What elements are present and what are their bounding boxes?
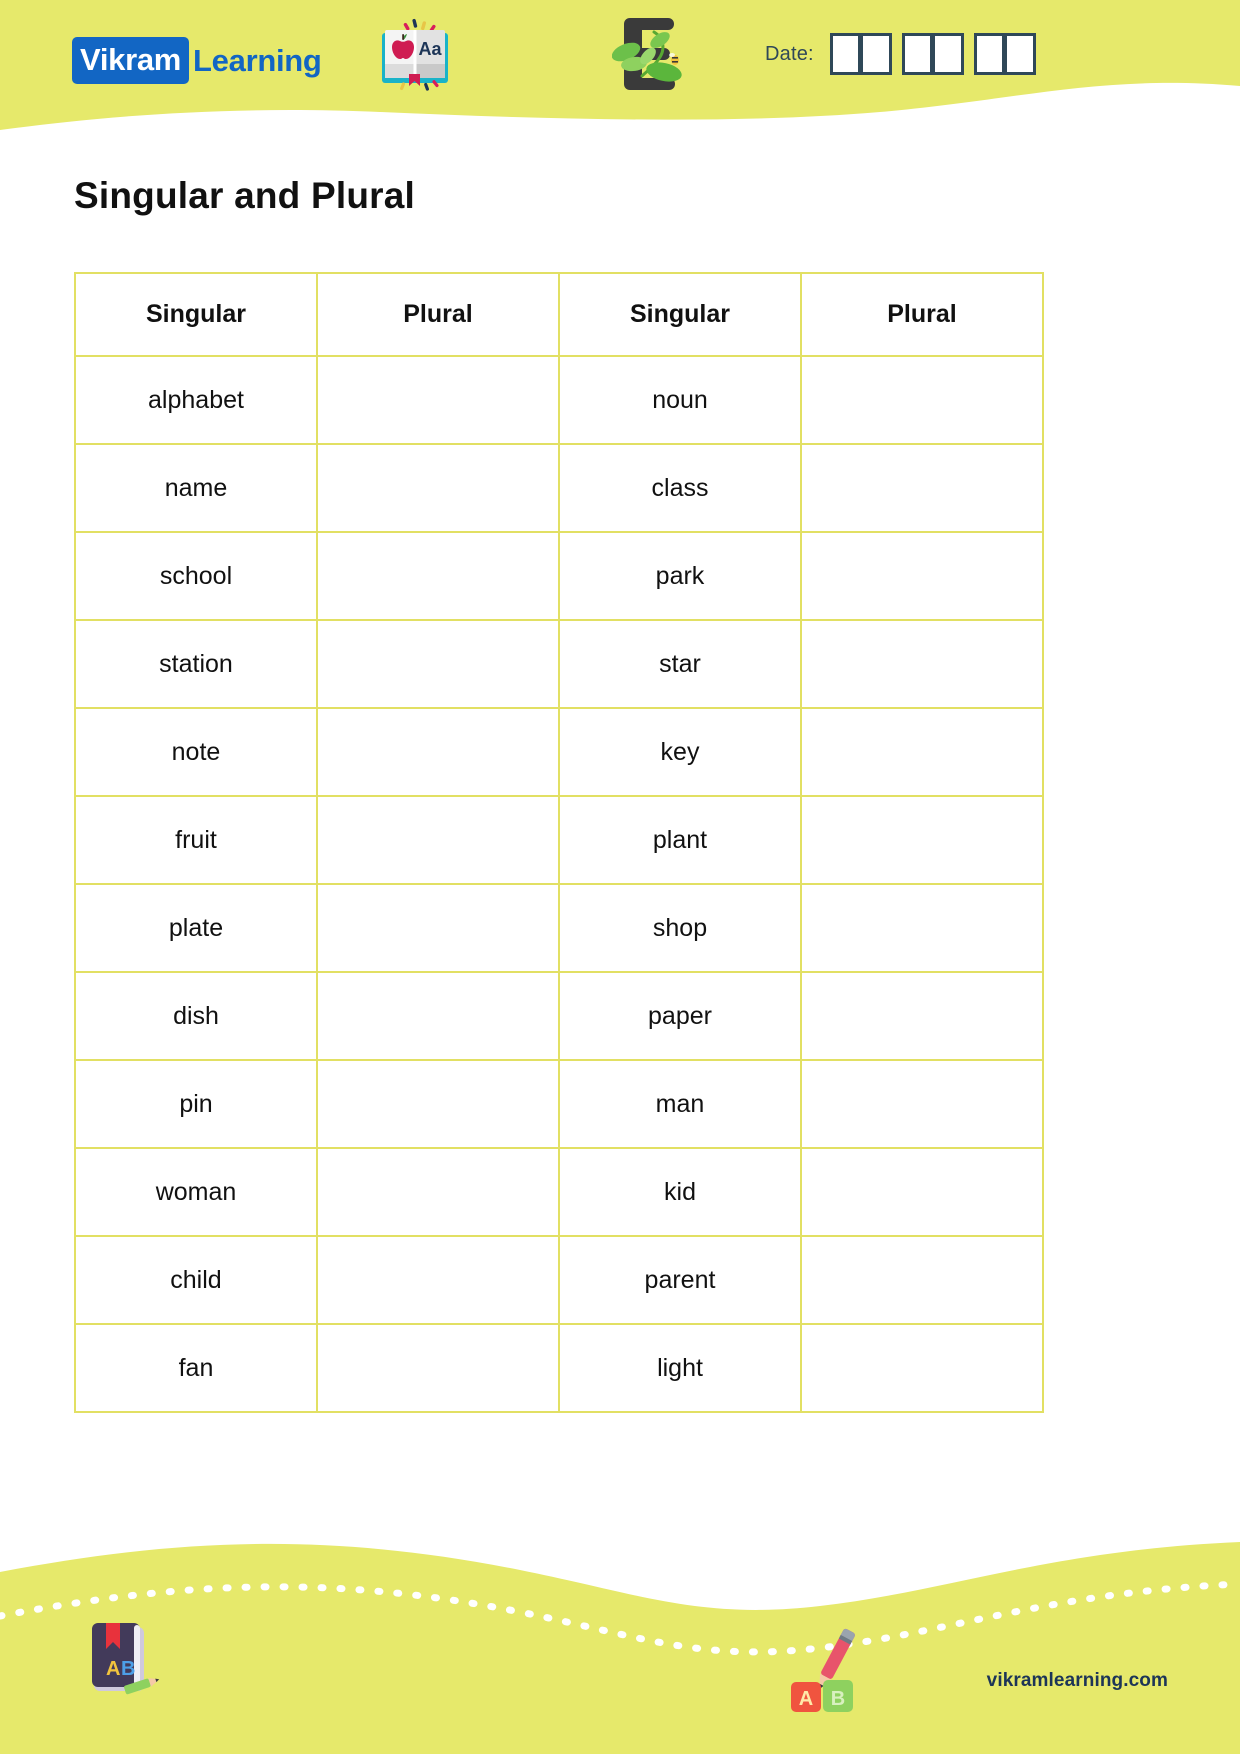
date-box-month-1[interactable]: [901, 33, 933, 75]
cell-plural-right[interactable]: [800, 795, 1044, 885]
cell-singular-right: light: [558, 1323, 802, 1413]
cell-plural-left[interactable]: [316, 531, 560, 621]
cell-plural-left[interactable]: [316, 1323, 560, 1413]
footer-wave-shape: [0, 1542, 1240, 1754]
cell-plural-left[interactable]: [316, 971, 560, 1061]
date-box-month-2[interactable]: [932, 33, 964, 75]
cell-singular-left: pin: [74, 1059, 318, 1149]
date-year-pair: [973, 33, 1036, 75]
table-row: school park: [74, 531, 1044, 621]
cell-singular-right: star: [558, 619, 802, 709]
footer-band: [0, 1454, 1240, 1754]
svg-text:B: B: [121, 1658, 135, 1680]
cell-singular-right: park: [558, 531, 802, 621]
cell-singular-right: key: [558, 707, 802, 797]
table-row: plate shop: [74, 883, 1044, 973]
table-head: Singular Plural Singular Plural: [74, 272, 1044, 357]
cell-plural-left[interactable]: [316, 1147, 560, 1237]
cell-singular-right: noun: [558, 355, 802, 445]
cell-singular-left: note: [74, 707, 318, 797]
cell-plural-left[interactable]: [316, 1059, 560, 1149]
cell-plural-right[interactable]: [800, 971, 1044, 1061]
cell-singular-left: school: [74, 531, 318, 621]
date-box-day-1[interactable]: [829, 33, 861, 75]
cell-singular-left: child: [74, 1235, 318, 1325]
cell-plural-right[interactable]: [800, 883, 1044, 973]
date-month-pair: [901, 33, 964, 75]
table-row: name class: [74, 443, 1044, 533]
page-title: Singular and Plural: [74, 175, 415, 216]
cell-singular-right: parent: [558, 1235, 802, 1325]
brand-logo[interactable]: Vikram Learning: [72, 36, 322, 84]
cell-plural-right[interactable]: [800, 355, 1044, 445]
ab-book-pencil-icon: A B: [82, 1613, 160, 1699]
letter-a-label: A: [799, 1688, 813, 1710]
date-box-day-2[interactable]: [860, 33, 892, 75]
e-leaf-logo-icon: [611, 12, 696, 98]
column-header-plural-left: Plural: [316, 272, 560, 357]
cell-plural-right[interactable]: [800, 443, 1044, 533]
brand-name-primary: Vikram: [72, 36, 190, 84]
cell-singular-left: plate: [74, 883, 318, 973]
cell-plural-left[interactable]: [316, 883, 560, 973]
column-header-singular-right: Singular: [558, 272, 802, 357]
cell-plural-left[interactable]: [316, 795, 560, 885]
date-label: Date:: [765, 42, 814, 65]
table-row: dish paper: [74, 971, 1044, 1061]
cell-singular-left: fruit: [74, 795, 318, 885]
singular-plural-table: Singular Plural Singular Plural alphabet…: [74, 272, 1044, 1413]
open-book-apple-icon: Aa: [376, 18, 454, 94]
cell-plural-right[interactable]: [800, 619, 1044, 709]
cell-singular-right: man: [558, 1059, 802, 1149]
letter-b-label: B: [831, 1688, 845, 1710]
cell-plural-left[interactable]: [316, 443, 560, 533]
table-row: alphabet noun: [74, 355, 1044, 445]
table-header-row: Singular Plural Singular Plural: [74, 272, 1044, 357]
table-row: child parent: [74, 1235, 1044, 1325]
cell-singular-left: fan: [74, 1323, 318, 1413]
cell-plural-right[interactable]: [800, 1323, 1044, 1413]
table-body: alphabet noun name class school park sta…: [74, 355, 1044, 1413]
column-header-singular-left: Singular: [74, 272, 318, 357]
cell-plural-right[interactable]: [800, 1147, 1044, 1237]
site-url-label[interactable]: vikramlearning.com: [987, 1670, 1168, 1692]
ab-blocks-pencil-icon: A B: [785, 1624, 870, 1714]
table-row: pin man: [74, 1059, 1044, 1149]
table-row: station star: [74, 619, 1044, 709]
cell-singular-left: alphabet: [74, 355, 318, 445]
date-box-year-2[interactable]: [1004, 33, 1036, 75]
table-row: note key: [74, 707, 1044, 797]
cell-singular-right: paper: [558, 971, 802, 1061]
date-field-group: Date:: [765, 30, 1046, 78]
table-row: fan light: [74, 1323, 1044, 1413]
column-header-plural-right: Plural: [800, 272, 1044, 357]
table-row: woman kid: [74, 1147, 1044, 1237]
cell-singular-left: woman: [74, 1147, 318, 1237]
svg-text:A: A: [106, 1658, 120, 1680]
cell-plural-right[interactable]: [800, 707, 1044, 797]
svg-text:Aa: Aa: [418, 39, 442, 59]
cell-singular-left: name: [74, 443, 318, 533]
cell-plural-left[interactable]: [316, 1235, 560, 1325]
cell-singular-right: plant: [558, 795, 802, 885]
cell-singular-left: dish: [74, 971, 318, 1061]
worksheet-table-container: Singular Plural Singular Plural alphabet…: [74, 272, 1044, 1413]
date-box-year-1[interactable]: [973, 33, 1005, 75]
cell-plural-right[interactable]: [800, 1235, 1044, 1325]
cell-plural-right[interactable]: [800, 1059, 1044, 1149]
cell-plural-left[interactable]: [316, 355, 560, 445]
cell-singular-right: shop: [558, 883, 802, 973]
date-day-pair: [829, 33, 892, 75]
brand-name-secondary: Learning: [193, 42, 322, 78]
cell-plural-left[interactable]: [316, 707, 560, 797]
cell-singular-left: station: [74, 619, 318, 709]
cell-singular-right: kid: [558, 1147, 802, 1237]
table-row: fruit plant: [74, 795, 1044, 885]
worksheet-page: Vikram Learning Aa Date: Singular and Pl…: [0, 0, 1240, 1754]
cell-plural-left[interactable]: [316, 619, 560, 709]
cell-singular-right: class: [558, 443, 802, 533]
header-content: Vikram Learning Aa Date:: [0, 0, 1240, 110]
cell-plural-right[interactable]: [800, 531, 1044, 621]
